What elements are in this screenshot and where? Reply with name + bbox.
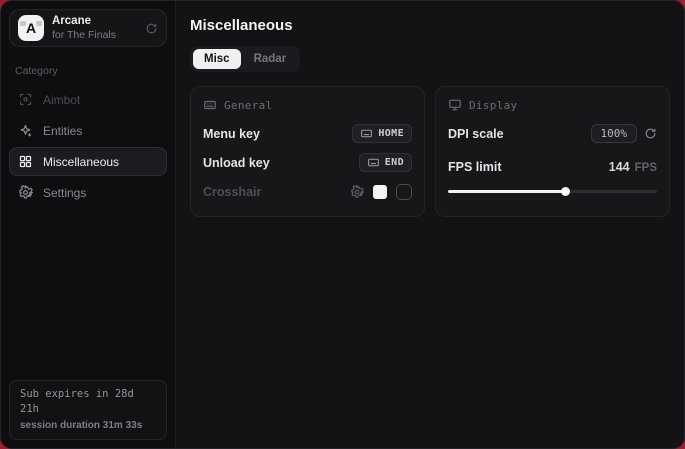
sidebar-item-label: Entities (43, 124, 82, 138)
general-card-header: General (203, 98, 412, 112)
tab-radar[interactable]: Radar (243, 49, 298, 69)
unload-keybind-value: END (385, 157, 404, 168)
crosshair-settings-gear-icon[interactable] (350, 185, 364, 199)
keyboard-icon (360, 127, 373, 140)
fps-value: 144 FPS (609, 160, 657, 174)
tab-bar: Misc Radar (190, 46, 300, 72)
menu-key-row: Menu key HOME (203, 122, 412, 145)
dpi-controls: 100% (591, 124, 658, 143)
display-card-header: Display (448, 98, 657, 112)
app-window: A Arcane for The Finals Category Aim (0, 0, 685, 449)
keyboard-icon (367, 156, 380, 169)
keyboard-icon (203, 98, 217, 112)
unload-keybind-button[interactable]: END (359, 153, 412, 172)
menu-key-label: Menu key (203, 127, 260, 141)
dpi-scale-label: DPI scale (448, 127, 504, 141)
unload-key-label: Unload key (203, 156, 270, 170)
fps-number: 144 (609, 160, 630, 174)
fps-unit: FPS (635, 162, 657, 174)
subscription-expires: Sub expires in 28d 21h (20, 387, 156, 419)
sidebar-item-entities[interactable]: Entities (9, 116, 167, 145)
fps-limit-label: FPS limit (448, 160, 501, 174)
cards-row: General Menu key HOME Unload key (190, 86, 670, 217)
general-card-title: General (224, 99, 272, 112)
grid-icon (18, 154, 33, 169)
sidebar-item-label: Aimbot (43, 93, 80, 107)
fps-slider-thumb[interactable] (561, 187, 570, 196)
menu-keybind-button[interactable]: HOME (352, 124, 412, 143)
crosshair-scan-icon (18, 92, 33, 107)
dpi-scale-row: DPI scale 100% (448, 122, 657, 145)
app-identity: Arcane for The Finals (52, 14, 137, 42)
general-card: General Menu key HOME Unload key (190, 86, 425, 217)
sidebar-item-aimbot[interactable]: Aimbot (9, 85, 167, 114)
display-card-title: Display (469, 99, 517, 112)
app-name: Arcane (52, 14, 137, 28)
crosshair-row: Crosshair (203, 180, 412, 203)
unload-key-row: Unload key END (203, 151, 412, 174)
fps-limit-row: FPS limit 144 FPS (448, 155, 657, 178)
category-label: Category (1, 55, 175, 85)
sidebar-nav: Aimbot Entities Miscellaneous (1, 85, 175, 207)
menu-keybind-value: HOME (378, 128, 404, 139)
sidebar-item-miscellaneous[interactable]: Miscellaneous (9, 147, 167, 176)
app-logo-card: A Arcane for The Finals (9, 9, 167, 47)
app-logo: A (18, 15, 44, 41)
subscription-card: Sub expires in 28d 21h session duration … (9, 380, 167, 441)
crosshair-controls (350, 184, 412, 200)
fps-slider-fill (448, 190, 565, 193)
crosshair-label: Crosshair (203, 185, 261, 199)
main-content: Miscellaneous Misc Radar General Menu ke… (176, 1, 684, 448)
app-logo-letter: A (26, 20, 36, 36)
monitor-icon (448, 98, 462, 112)
dpi-value-field[interactable]: 100% (591, 124, 638, 143)
gear-icon (18, 185, 33, 200)
sidebar: A Arcane for The Finals Category Aim (1, 1, 176, 448)
sidebar-item-label: Settings (43, 186, 86, 200)
session-duration: session duration 31m 33s (20, 418, 156, 433)
crosshair-checkbox[interactable] (396, 184, 412, 200)
page-title: Miscellaneous (190, 17, 670, 34)
sidebar-item-settings[interactable]: Settings (9, 178, 167, 207)
sync-icon[interactable] (145, 22, 158, 35)
crosshair-color-swatch[interactable] (373, 185, 387, 199)
fps-slider[interactable] (448, 186, 657, 196)
app-subtitle: for The Finals (52, 29, 137, 42)
sidebar-item-label: Miscellaneous (43, 155, 119, 169)
reset-icon[interactable] (644, 127, 657, 140)
tab-misc[interactable]: Misc (193, 49, 241, 69)
entities-sparkle-icon (18, 123, 33, 138)
display-card: Display DPI scale 100% FPS limit (435, 86, 670, 217)
